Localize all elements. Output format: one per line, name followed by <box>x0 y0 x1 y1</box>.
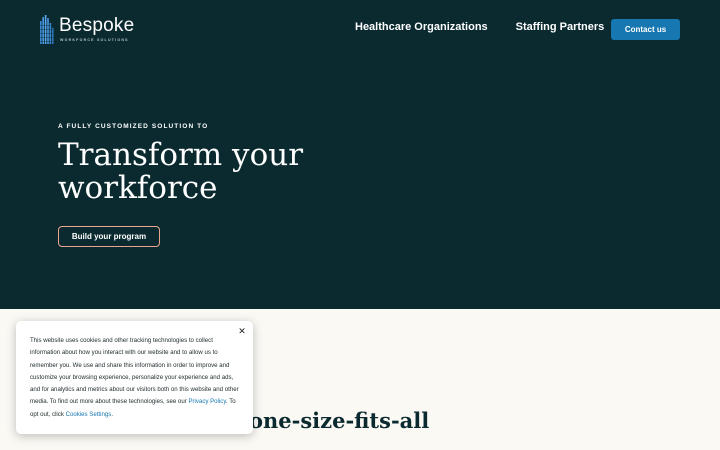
nav-healthcare-organizations[interactable]: Healthcare Organizations <box>355 21 488 33</box>
section-heading-visible: one-size-fits-all <box>249 408 430 433</box>
building-bars-icon <box>40 15 54 44</box>
cookie-text-after: . <box>111 410 114 418</box>
hero-section: Bespoke WORKFORCE SOLUTIONS Healthcare O… <box>0 0 720 309</box>
cookies-settings-link[interactable]: Cookies Settings <box>66 411 112 418</box>
cookie-banner: ✕ This website uses cookies and other tr… <box>16 321 253 434</box>
cookie-text: This website uses cookies and other trac… <box>30 335 242 421</box>
hero-title: Transform your workforce <box>58 137 304 206</box>
main-nav: Healthcare Organizations Staffing Partne… <box>355 21 632 33</box>
brand-name: Bespoke <box>59 15 135 36</box>
contact-us-button[interactable]: Contact us <box>611 19 680 40</box>
brand-logo[interactable]: Bespoke WORKFORCE SOLUTIONS <box>40 15 134 44</box>
hero-eyebrow: A FULLY CUSTOMIZED SOLUTION TO <box>58 123 209 130</box>
build-program-button[interactable]: Build your program <box>58 226 160 247</box>
privacy-policy-link[interactable]: Privacy Policy <box>188 398 225 405</box>
brand-tagline: WORKFORCE SOLUTIONS <box>60 38 129 42</box>
nav-staffing-partners[interactable]: Staffing Partners <box>516 21 605 33</box>
cookie-text-before: This website uses cookies and other trac… <box>30 337 239 406</box>
